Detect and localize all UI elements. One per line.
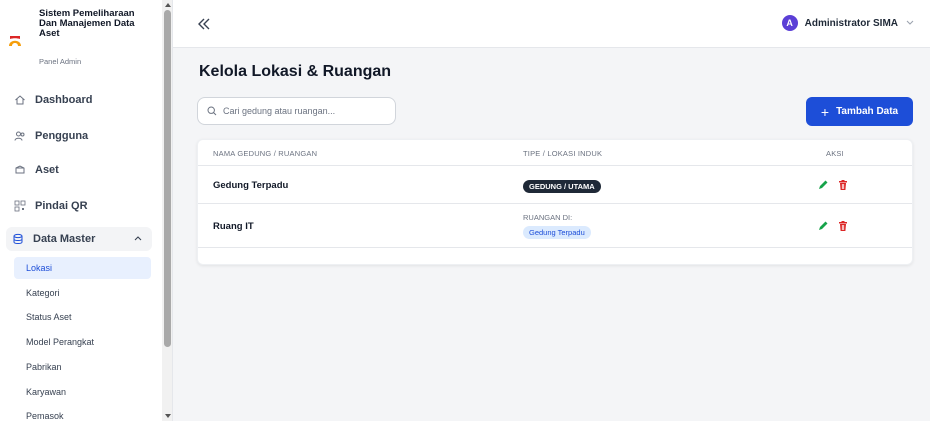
column-header-name: NAMA GEDUNG / RUANGAN: [213, 149, 318, 158]
parent-location-badge: Gedung Terpadu: [523, 226, 591, 239]
sidebar-subitem-model-perangkat[interactable]: Model Perangkat: [14, 331, 151, 353]
column-header-actions: AKSI: [826, 149, 844, 158]
chevron-down-icon: [906, 20, 914, 25]
row-actions: [817, 220, 857, 232]
sidebar-item-data-master[interactable]: Data Master: [6, 227, 152, 251]
brand-logo-icon: [9, 36, 21, 46]
user-menu[interactable]: A Administrator SIMA: [781, 15, 914, 31]
location-name: Gedung Terpadu: [213, 180, 289, 191]
collapse-sidebar-icon[interactable]: [195, 15, 213, 33]
topbar: A Administrator SIMA: [173, 0, 930, 48]
type-badge: GEDUNG / UTAMA: [523, 180, 601, 193]
sidebar-item-label: Pindai QR: [35, 200, 88, 212]
table-row: Gedung Terpadu GEDUNG / UTAMA: [198, 166, 912, 204]
sidebar-subitem-lokasi[interactable]: Lokasi: [14, 257, 151, 279]
sidebar-item-label: Pengguna: [35, 130, 89, 142]
sidebar-scrollbar[interactable]: [162, 0, 172, 421]
search-icon: [207, 106, 217, 116]
sidebar: Sistem Pemeliharaan Dan Manajemen Data A…: [0, 0, 173, 421]
add-data-button[interactable]: + Tambah Data: [806, 97, 913, 126]
sidebar-subitem-status-aset[interactable]: Status Aset: [14, 306, 151, 328]
locations-table: NAMA GEDUNG / RUANGAN TIPE / LOKASI INDU…: [197, 139, 913, 265]
scroll-down-icon[interactable]: [165, 414, 171, 418]
home-icon: [14, 94, 26, 106]
sidebar-item-label: Data Master: [33, 233, 96, 245]
location-name: Ruang IT: [213, 221, 254, 232]
search-box[interactable]: [197, 97, 396, 125]
qr-icon: [14, 200, 26, 212]
box-icon: [14, 164, 26, 176]
table-header: NAMA GEDUNG / RUANGAN TIPE / LOKASI INDU…: [198, 140, 912, 166]
sidebar-item-dashboard[interactable]: Dashboard: [0, 88, 160, 112]
brand-title: Sistem Pemeliharaan Dan Manajemen Data A…: [39, 8, 135, 39]
sidebar-item-aset[interactable]: Aset: [0, 158, 160, 182]
plus-icon: +: [820, 103, 830, 120]
users-icon: [14, 130, 26, 142]
sidebar-item-pengguna[interactable]: Pengguna: [0, 124, 160, 148]
database-icon: [12, 233, 24, 245]
user-name: Administrator SIMA: [804, 17, 898, 29]
parent-location-label: RUANGAN DI:: [523, 213, 573, 222]
table-row: Ruang IT RUANGAN DI: Gedung Terpadu: [198, 204, 912, 248]
sidebar-item-label: Dashboard: [35, 94, 93, 106]
sidebar-subitem-pabrikan[interactable]: Pabrikan: [14, 356, 151, 378]
sidebar-subitem-pemasok[interactable]: Pemasok: [14, 405, 151, 421]
sidebar-subitem-kategori[interactable]: Kategori: [14, 282, 151, 304]
sidebar-item-label: Aset: [35, 164, 59, 176]
scroll-up-icon[interactable]: [165, 3, 171, 7]
brand-subtitle: Panel Admin: [39, 57, 82, 66]
trash-icon[interactable]: [837, 220, 849, 232]
scroll-thumb[interactable]: [164, 10, 171, 347]
page-title: Kelola Lokasi & Ruangan: [199, 63, 392, 80]
sidebar-subitem-karyawan[interactable]: Karyawan: [14, 381, 151, 403]
sidebar-item-pindai-qr[interactable]: Pindai QR: [0, 194, 160, 218]
trash-icon[interactable]: [837, 179, 849, 191]
row-actions: [817, 179, 857, 191]
brand[interactable]: Sistem Pemeliharaan Dan Manajemen Data A…: [8, 9, 158, 69]
edit-icon[interactable]: [817, 179, 829, 191]
column-header-type: TIPE / LOKASI INDUK: [523, 149, 603, 158]
add-data-label: Tambah Data: [836, 106, 899, 117]
edit-icon[interactable]: [817, 220, 829, 232]
avatar: A: [781, 15, 798, 31]
chevron-up-icon: [134, 236, 142, 241]
search-input[interactable]: [223, 106, 383, 116]
